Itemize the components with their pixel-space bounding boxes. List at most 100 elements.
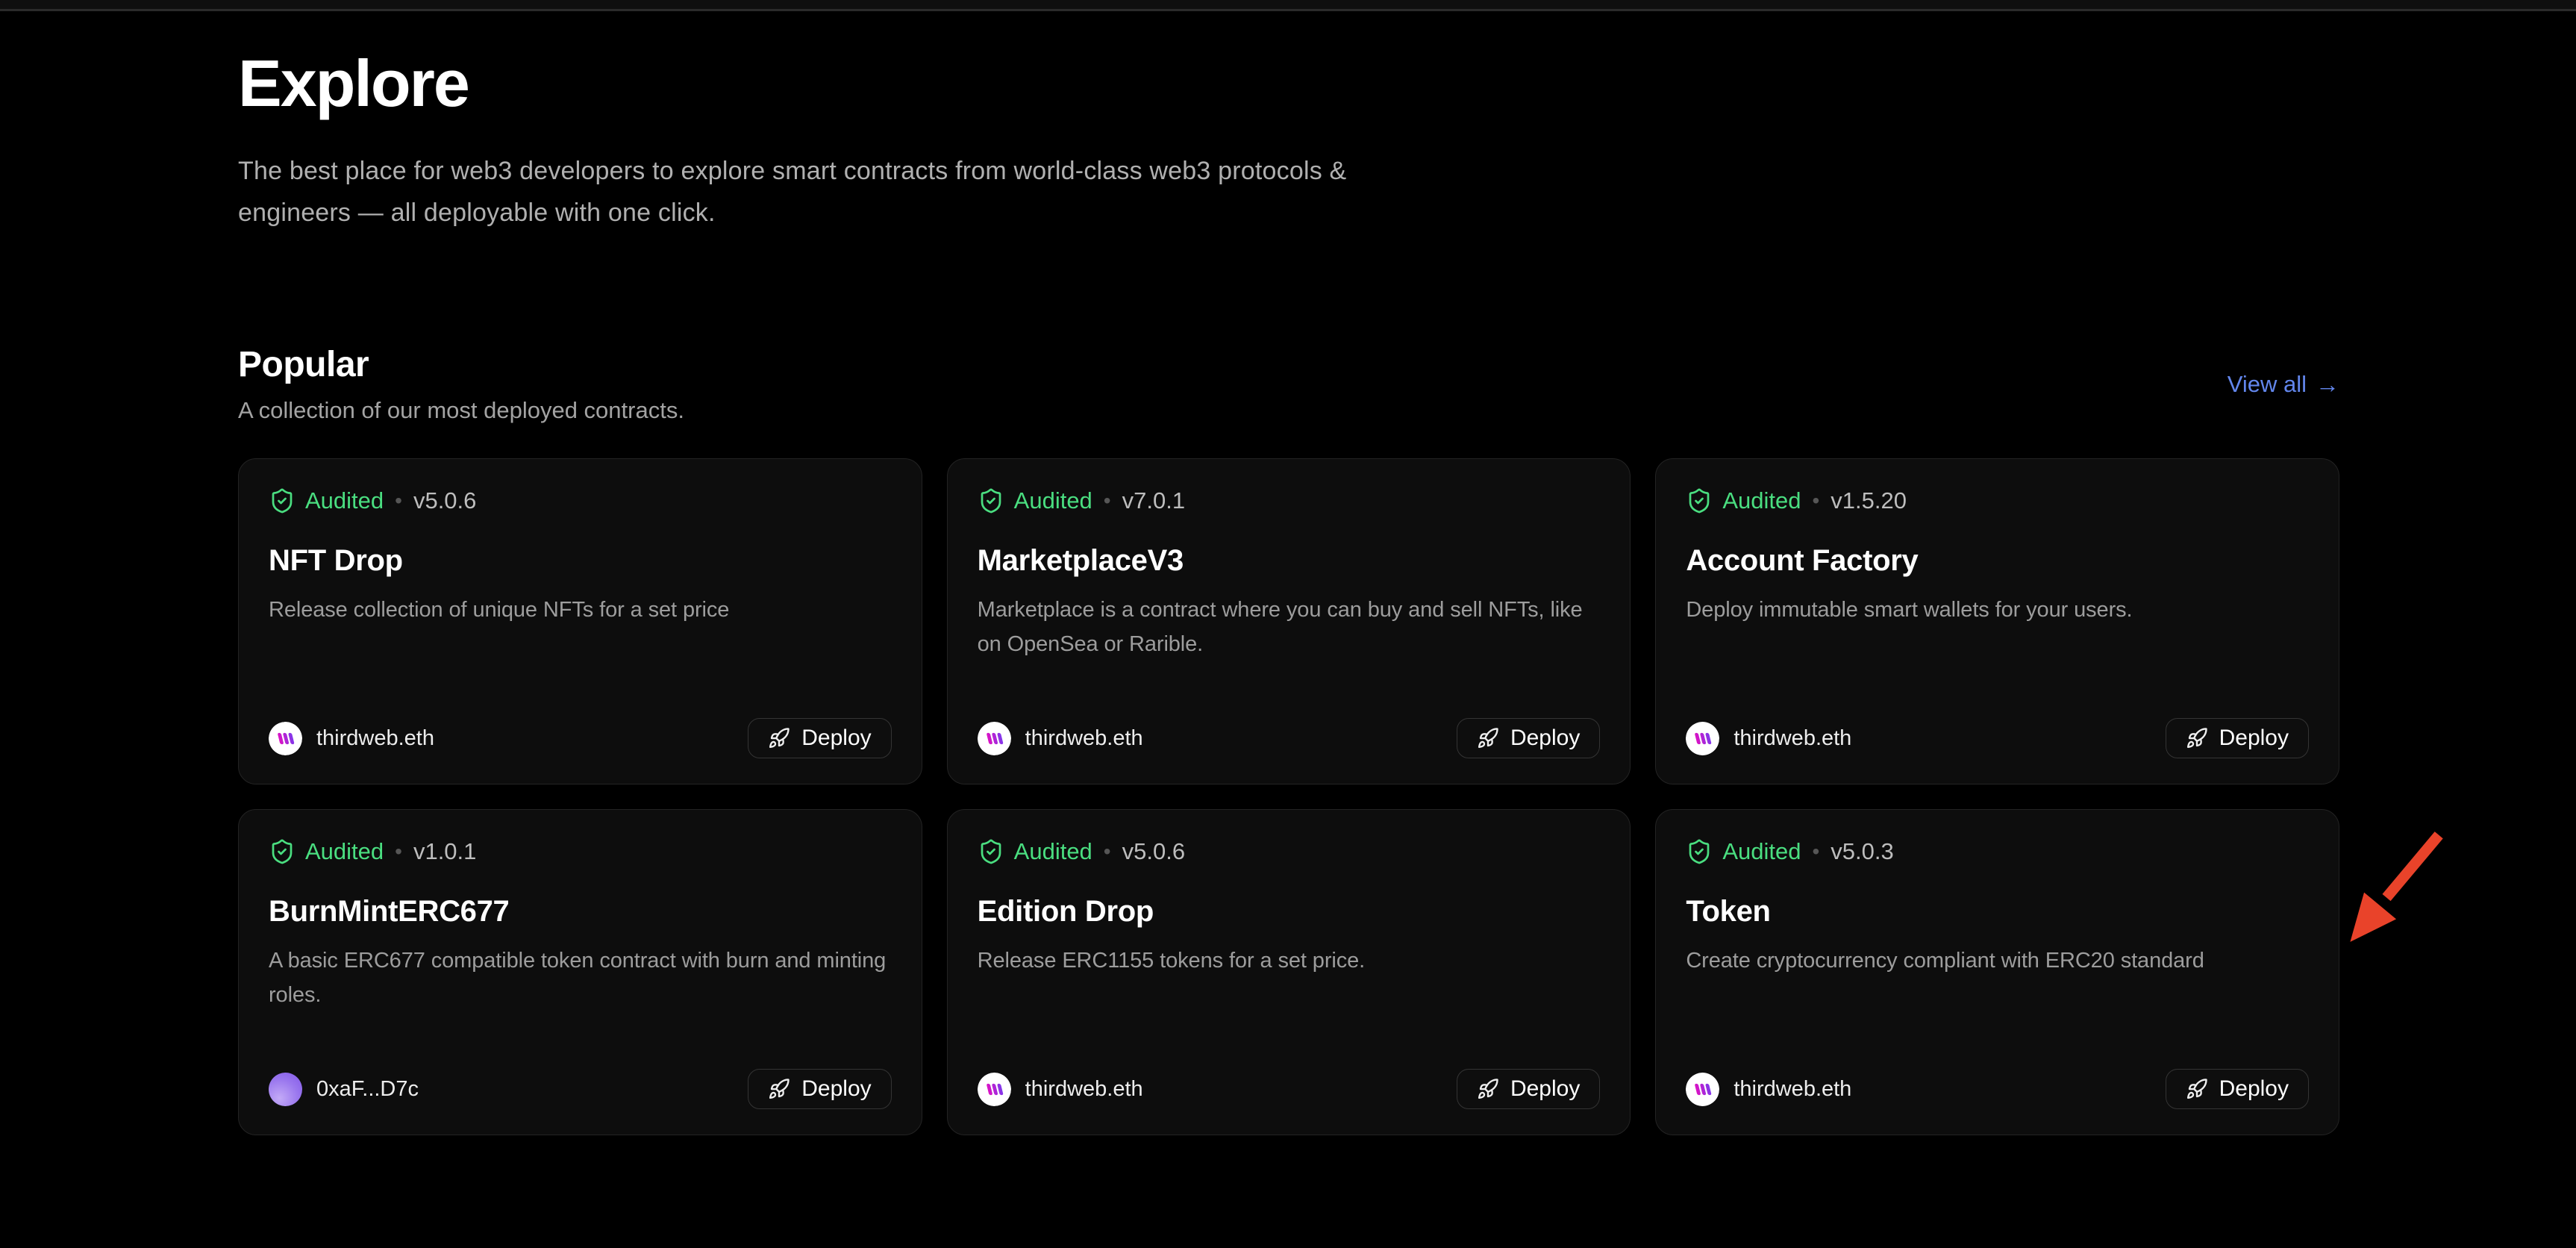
audited-badge: Audited — [1722, 487, 1801, 514]
contract-description: Release collection of unique NFTs for a … — [269, 593, 892, 628]
deploy-label: Deploy — [801, 1076, 871, 1102]
contract-title[interactable]: NFT Drop — [269, 543, 892, 578]
audited-badge: Audited — [305, 838, 384, 865]
thirdweb-logo-avatar — [269, 722, 302, 755]
contract-card-marketplacev3[interactable]: Audited • v7.0.1 MarketplaceV3 Marketpla… — [947, 458, 1631, 784]
popular-section-header: Popular A collection of our most deploye… — [238, 344, 2339, 424]
deploy-button[interactable]: Deploy — [748, 718, 891, 758]
badge-row: Audited • v5.0.3 — [1686, 838, 2309, 865]
rocket-icon — [768, 1078, 790, 1100]
publisher-name: thirdweb.eth — [1025, 726, 1143, 751]
shield-check-icon — [978, 487, 1004, 514]
contract-description: A basic ERC677 compatible token contract… — [269, 944, 892, 1013]
deploy-button[interactable]: Deploy — [2166, 718, 2309, 758]
separator-dot: • — [1102, 840, 1113, 864]
contract-title[interactable]: Token — [1686, 893, 2309, 929]
separator-dot: • — [393, 489, 404, 513]
shield-check-icon — [978, 838, 1004, 865]
rocket-icon — [1477, 727, 1499, 749]
contract-title[interactable]: MarketplaceV3 — [978, 543, 1601, 578]
shield-check-icon — [1686, 487, 1713, 514]
deploy-label: Deploy — [2219, 726, 2289, 751]
separator-dot: • — [1810, 840, 1821, 864]
badge-row: Audited • v5.0.6 — [269, 487, 892, 514]
contract-card-burnminterc677[interactable]: Audited • v1.0.1 BurnMintERC677 A basic … — [238, 809, 922, 1135]
version-label: v1.0.1 — [413, 838, 476, 865]
thirdweb-logo-avatar — [1686, 1073, 1719, 1106]
contract-description: Create cryptocurrency compliant with ERC… — [1686, 944, 2309, 979]
publisher-link[interactable]: thirdweb.eth — [1686, 722, 1851, 755]
deploy-label: Deploy — [1510, 1076, 1580, 1102]
separator-dot: • — [393, 840, 404, 864]
arrow-right-icon: → — [2316, 372, 2339, 396]
card-footer: thirdweb.eth Deploy — [269, 718, 892, 758]
deploy-label: Deploy — [1510, 726, 1580, 751]
audited-badge: Audited — [1014, 487, 1092, 514]
publisher-name: thirdweb.eth — [1734, 1077, 1851, 1102]
audited-badge: Audited — [1014, 838, 1092, 865]
audited-badge: Audited — [305, 487, 384, 514]
view-all-label: View all — [2228, 371, 2307, 398]
popular-subheading: A collection of our most deployed contra… — [238, 397, 684, 424]
red-arrow-annotation — [2319, 815, 2454, 953]
publisher-name: thirdweb.eth — [1734, 726, 1851, 751]
contract-description: Release ERC1155 tokens for a set price. — [978, 944, 1601, 979]
publisher-link[interactable]: thirdweb.eth — [978, 1073, 1143, 1106]
contract-description: Deploy immutable smart wallets for your … — [1686, 593, 2309, 628]
publisher-name: thirdweb.eth — [1025, 1077, 1143, 1102]
card-footer: thirdweb.eth Deploy — [978, 1069, 1601, 1109]
card-footer: thirdweb.eth Deploy — [1686, 1069, 2309, 1109]
contract-description: Marketplace is a contract where you can … — [978, 593, 1601, 662]
contract-card-edition-drop[interactable]: Audited • v5.0.6 Edition Drop Release ER… — [947, 809, 1631, 1135]
card-footer: thirdweb.eth Deploy — [1686, 718, 2309, 758]
contract-card-account-factory[interactable]: Audited • v1.5.20 Account Factory Deploy… — [1655, 458, 2339, 784]
deploy-button[interactable]: Deploy — [748, 1069, 891, 1109]
deploy-button[interactable]: Deploy — [2166, 1069, 2309, 1109]
popular-heading: Popular — [238, 344, 684, 385]
shield-check-icon — [1686, 838, 1713, 865]
badge-row: Audited • v7.0.1 — [978, 487, 1601, 514]
thirdweb-logo-avatar — [1686, 722, 1719, 755]
thirdweb-logo-avatar — [978, 1073, 1011, 1106]
contract-card-token[interactable]: Audited • v5.0.3 Token Create cryptocurr… — [1655, 809, 2339, 1135]
separator-dot: • — [1810, 489, 1821, 513]
rocket-icon — [1477, 1078, 1499, 1100]
deploy-label: Deploy — [2219, 1076, 2289, 1102]
view-all-link[interactable]: View all → — [2228, 371, 2339, 398]
rocket-icon — [2186, 1078, 2208, 1100]
deploy-button[interactable]: Deploy — [1457, 1069, 1600, 1109]
publisher-name: 0xaF...D7c — [316, 1077, 419, 1102]
explore-page: Explore The best place for web3 develope… — [238, 9, 2339, 1135]
page-title: Explore — [238, 48, 2339, 120]
separator-dot: • — [1102, 489, 1113, 513]
card-footer: 0xaF...D7c Deploy — [269, 1069, 892, 1109]
contract-card-nft-drop[interactable]: Audited • v5.0.6 NFT Drop Release collec… — [238, 458, 922, 784]
page-subtitle: The best place for web3 developers to ex… — [238, 150, 1357, 234]
shield-check-icon — [269, 487, 296, 514]
version-label: v5.0.6 — [413, 487, 476, 514]
publisher-link[interactable]: thirdweb.eth — [269, 722, 434, 755]
contract-title[interactable]: Account Factory — [1686, 543, 2309, 578]
card-footer: thirdweb.eth Deploy — [978, 718, 1601, 758]
publisher-name: thirdweb.eth — [316, 726, 434, 751]
badge-row: Audited • v1.5.20 — [1686, 487, 2309, 514]
publisher-link[interactable]: thirdweb.eth — [1686, 1073, 1851, 1106]
popular-cards-grid: Audited • v5.0.6 NFT Drop Release collec… — [238, 458, 2339, 1135]
deploy-label: Deploy — [801, 726, 871, 751]
contract-title[interactable]: BurnMintERC677 — [269, 893, 892, 929]
badge-row: Audited • v5.0.6 — [978, 838, 1601, 865]
version-label: v5.0.6 — [1122, 838, 1185, 865]
deploy-button[interactable]: Deploy — [1457, 718, 1600, 758]
contract-title[interactable]: Edition Drop — [978, 893, 1601, 929]
shield-check-icon — [269, 838, 296, 865]
publisher-link[interactable]: 0xaF...D7c — [269, 1073, 419, 1106]
rocket-icon — [2186, 727, 2208, 749]
purple-gradient-avatar — [269, 1073, 302, 1106]
version-label: v5.0.3 — [1831, 838, 1893, 865]
audited-badge: Audited — [1722, 838, 1801, 865]
badge-row: Audited • v1.0.1 — [269, 838, 892, 865]
publisher-link[interactable]: thirdweb.eth — [978, 722, 1143, 755]
rocket-icon — [768, 727, 790, 749]
thirdweb-logo-avatar — [978, 722, 1011, 755]
version-label: v7.0.1 — [1122, 487, 1185, 514]
